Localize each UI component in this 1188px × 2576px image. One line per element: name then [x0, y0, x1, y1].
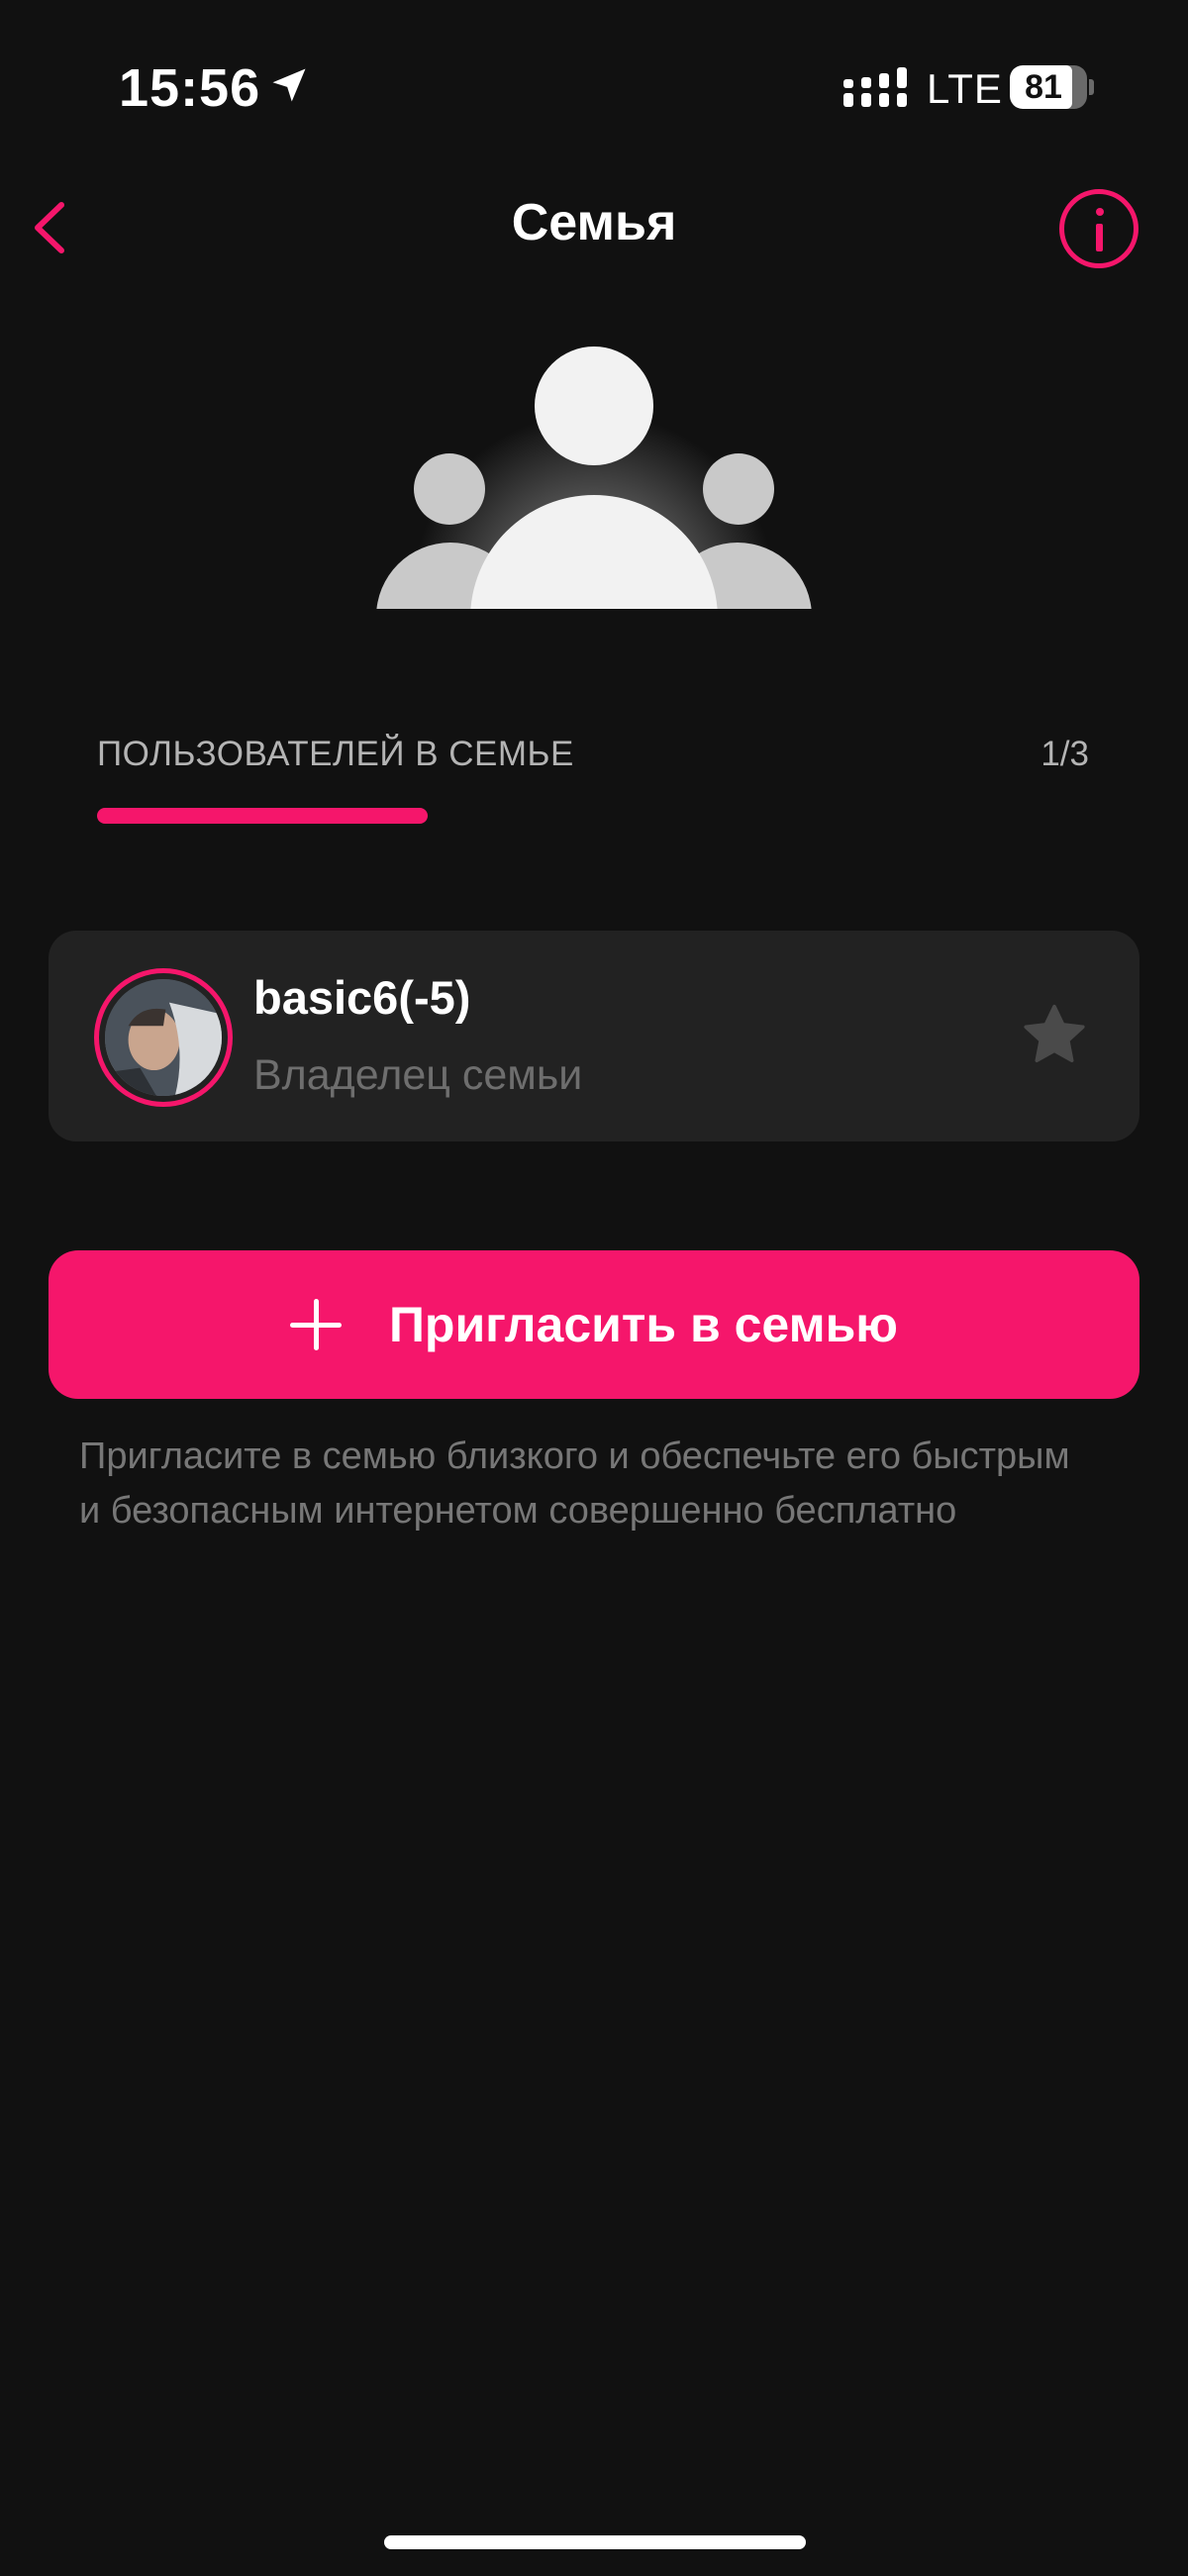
member-name: basic6(-5) [253, 971, 471, 1024]
member-role: Владелец семьи [253, 1051, 583, 1099]
invite-to-family-button[interactable]: Пригласить в семью [49, 1250, 1139, 1399]
avatar-photo [105, 979, 222, 1096]
family-screen: 15:56 LTE 81 Семья ПОЛЬЗОВАТЕЛЕЙ В СЕМЬЕ… [0, 0, 1188, 2576]
battery-level: 81 [1025, 68, 1062, 106]
hero-right-head [703, 453, 774, 525]
battery-cap [1089, 79, 1094, 95]
family-group-icon [337, 337, 851, 609]
member-card[interactable]: basic6(-5) Владелец семьи [49, 931, 1139, 1141]
battery-icon: 81 [1010, 65, 1087, 109]
status-time: 15:56 [119, 58, 261, 118]
home-indicator[interactable] [384, 2535, 806, 2549]
family-progress-bar [97, 808, 1091, 824]
cellular-signal-icon [843, 67, 907, 107]
info-icon [1096, 208, 1104, 216]
location-arrow-icon [272, 68, 306, 102]
star-icon [1024, 1004, 1085, 1062]
family-count-label: ПОЛЬЗОВАТЕЛЕЙ В СЕМЬЕ [97, 735, 574, 773]
hero-left-head [414, 453, 485, 525]
invite-description: Пригласите в семью близкого и обеспечьте… [79, 1436, 1070, 1532]
family-progress-fill [97, 808, 429, 824]
plus-icon [289, 1299, 342, 1350]
avatar [94, 968, 233, 1107]
network-type: LTE [927, 65, 1003, 112]
avatar-photo-art [105, 979, 222, 1096]
family-count-value: 1/3 [1040, 735, 1089, 773]
info-button[interactable] [1059, 189, 1138, 268]
invite-button-label: Пригласить в семью [388, 1297, 899, 1352]
hero-center-head [535, 347, 653, 465]
page-title: Семья [511, 194, 677, 251]
info-icon-stem [1096, 224, 1103, 251]
